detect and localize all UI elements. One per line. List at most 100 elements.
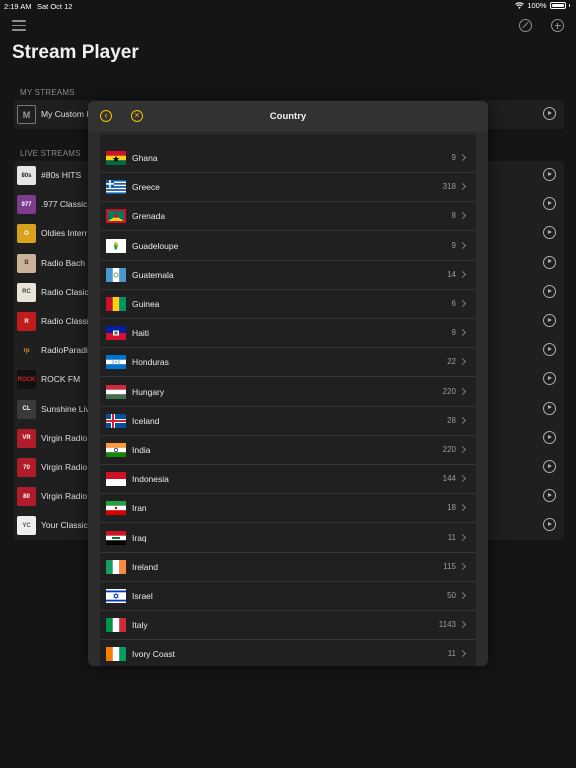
country-modal: ‹ × Country Ghana 9 Greece 318 Grenada 8 Guade…: [88, 101, 488, 666]
play-icon[interactable]: [543, 460, 556, 473]
play-icon[interactable]: [543, 284, 556, 298]
country-row-guadeloupe[interactable]: Guadeloupe 9: [100, 232, 476, 261]
country-row-ghana[interactable]: Ghana 9: [100, 144, 476, 173]
station-count: 144: [442, 474, 456, 484]
stream-logo: ROCK: [17, 370, 36, 390]
play-icon[interactable]: [543, 314, 556, 327]
chevron-right-icon: [458, 416, 467, 424]
chevron-right-icon: [458, 358, 467, 366]
flag-icon: [106, 589, 126, 603]
station-count: 9: [451, 240, 456, 250]
chevron-right-icon: [458, 241, 467, 249]
chevron-right-icon: [458, 445, 467, 454]
country-name: Ghana: [132, 153, 158, 163]
flag-icon: [106, 647, 126, 662]
play-icon[interactable]: [543, 197, 556, 211]
station-count: 8: [451, 211, 456, 221]
play-icon[interactable]: [543, 430, 556, 444]
stream-logo: 80: [17, 487, 36, 507]
my-streams-header: MY STREAMS: [20, 88, 75, 97]
country-row-ireland[interactable]: Ireland 115: [100, 553, 476, 582]
country-row-haiti[interactable]: Haiti 9: [100, 319, 476, 349]
country-name: Indonesia: [132, 474, 169, 485]
flag-icon: [106, 501, 126, 516]
play-icon[interactable]: [543, 401, 556, 415]
country-row-greece[interactable]: Greece 318: [100, 173, 476, 203]
modal-title: Country: [269, 111, 307, 122]
chevron-right-icon: [458, 475, 467, 483]
country-row-israel[interactable]: Israel 50: [100, 582, 476, 611]
station-count: 9: [451, 328, 456, 338]
stream-logo: 977: [17, 195, 36, 215]
country-name: Guatemala: [132, 269, 174, 280]
play-icon[interactable]: [543, 107, 556, 120]
country-row-guatemala[interactable]: Guatemala 14: [100, 261, 476, 290]
chevron-right-icon: [458, 183, 467, 191]
country-row-iceland[interactable]: Iceland 28: [100, 407, 476, 436]
country-row-hungary[interactable]: Hungary 220: [100, 378, 476, 407]
add-icon[interactable]: [551, 19, 564, 32]
country-list[interactable]: Ghana 9 Greece 318 Grenada 8 Guadeloupe 9 Guatem…: [100, 132, 476, 666]
country-name: Ireland: [132, 561, 158, 572]
play-icon[interactable]: [543, 226, 556, 240]
flag-icon: [106, 413, 126, 428]
stream-logo: YC: [17, 516, 36, 536]
flag-icon: [106, 618, 126, 633]
flag-icon: [106, 297, 126, 311]
edit-icon[interactable]: [519, 19, 532, 32]
chevron-right-icon: [458, 329, 467, 337]
chevron-right-icon: [458, 591, 467, 600]
stream-name: Radio Clasic: [41, 286, 89, 297]
battery-percent: 100%: [527, 1, 547, 10]
stream-name: Your Classic: [41, 520, 88, 531]
country-name: Iraq: [132, 532, 147, 543]
stream-name: ROCK FM: [41, 374, 81, 385]
flag-icon: [106, 355, 126, 370]
country-name: Hungary: [132, 386, 165, 397]
chevron-right-icon: [458, 387, 467, 395]
chevron-right-icon: [458, 504, 467, 512]
status-date: Sat Oct 12: [37, 2, 73, 11]
country-row-iran[interactable]: Iran 18: [100, 494, 476, 524]
chevron-right-icon: [458, 299, 467, 308]
play-icon[interactable]: [543, 168, 556, 181]
country-row-guinea[interactable]: Guinea 6: [100, 290, 476, 319]
play-icon[interactable]: [543, 518, 556, 532]
country-row-indonesia[interactable]: Indonesia 144: [100, 465, 476, 495]
station-count: 9: [451, 153, 456, 162]
stream-name: Virgin Radio: [41, 462, 88, 472]
chevron-right-icon: [458, 621, 467, 629]
country-row-iraq[interactable]: Iraq 11: [100, 524, 476, 553]
flag-icon: [106, 151, 126, 165]
country-row-italy[interactable]: Italy 1143: [100, 611, 476, 641]
play-icon[interactable]: [543, 372, 556, 386]
menu-icon[interactable]: [12, 20, 26, 31]
country-name: Iceland: [132, 415, 160, 426]
country-name: Iran: [132, 503, 147, 514]
chevron-right-icon: [458, 650, 467, 658]
stream-logo: M: [17, 105, 36, 124]
country-row-grenada[interactable]: Grenada 8: [100, 202, 476, 232]
play-icon[interactable]: [543, 255, 556, 269]
country-row-ivory-coast[interactable]: Ivory Coast 11: [100, 640, 476, 666]
stream-logo: 70: [17, 458, 36, 477]
stream-logo: rp: [17, 341, 36, 361]
country-name: India: [132, 445, 151, 455]
play-icon[interactable]: [543, 489, 556, 503]
country-row-india[interactable]: India 220: [100, 436, 476, 465]
country-name: Israel: [132, 591, 153, 601]
status-right: 100%: [515, 1, 570, 10]
status-bar: 2:19 AM Sat Oct 12 100%: [0, 0, 576, 12]
battery-icon: [549, 2, 566, 9]
stream-name: Radio Classi: [41, 316, 89, 326]
station-count: 50: [447, 591, 456, 600]
flag-icon: [106, 443, 126, 457]
station-count: 11: [447, 532, 456, 542]
station-count: 220: [442, 386, 456, 396]
play-icon[interactable]: [543, 343, 556, 357]
country-name: Guadeloupe: [132, 240, 179, 251]
status-time: 2:19 AM: [4, 2, 32, 11]
country-row-partial[interactable]: [100, 132, 476, 134]
country-name: Ivory Coast: [132, 649, 175, 660]
country-row-honduras[interactable]: Honduras 22: [100, 348, 476, 378]
